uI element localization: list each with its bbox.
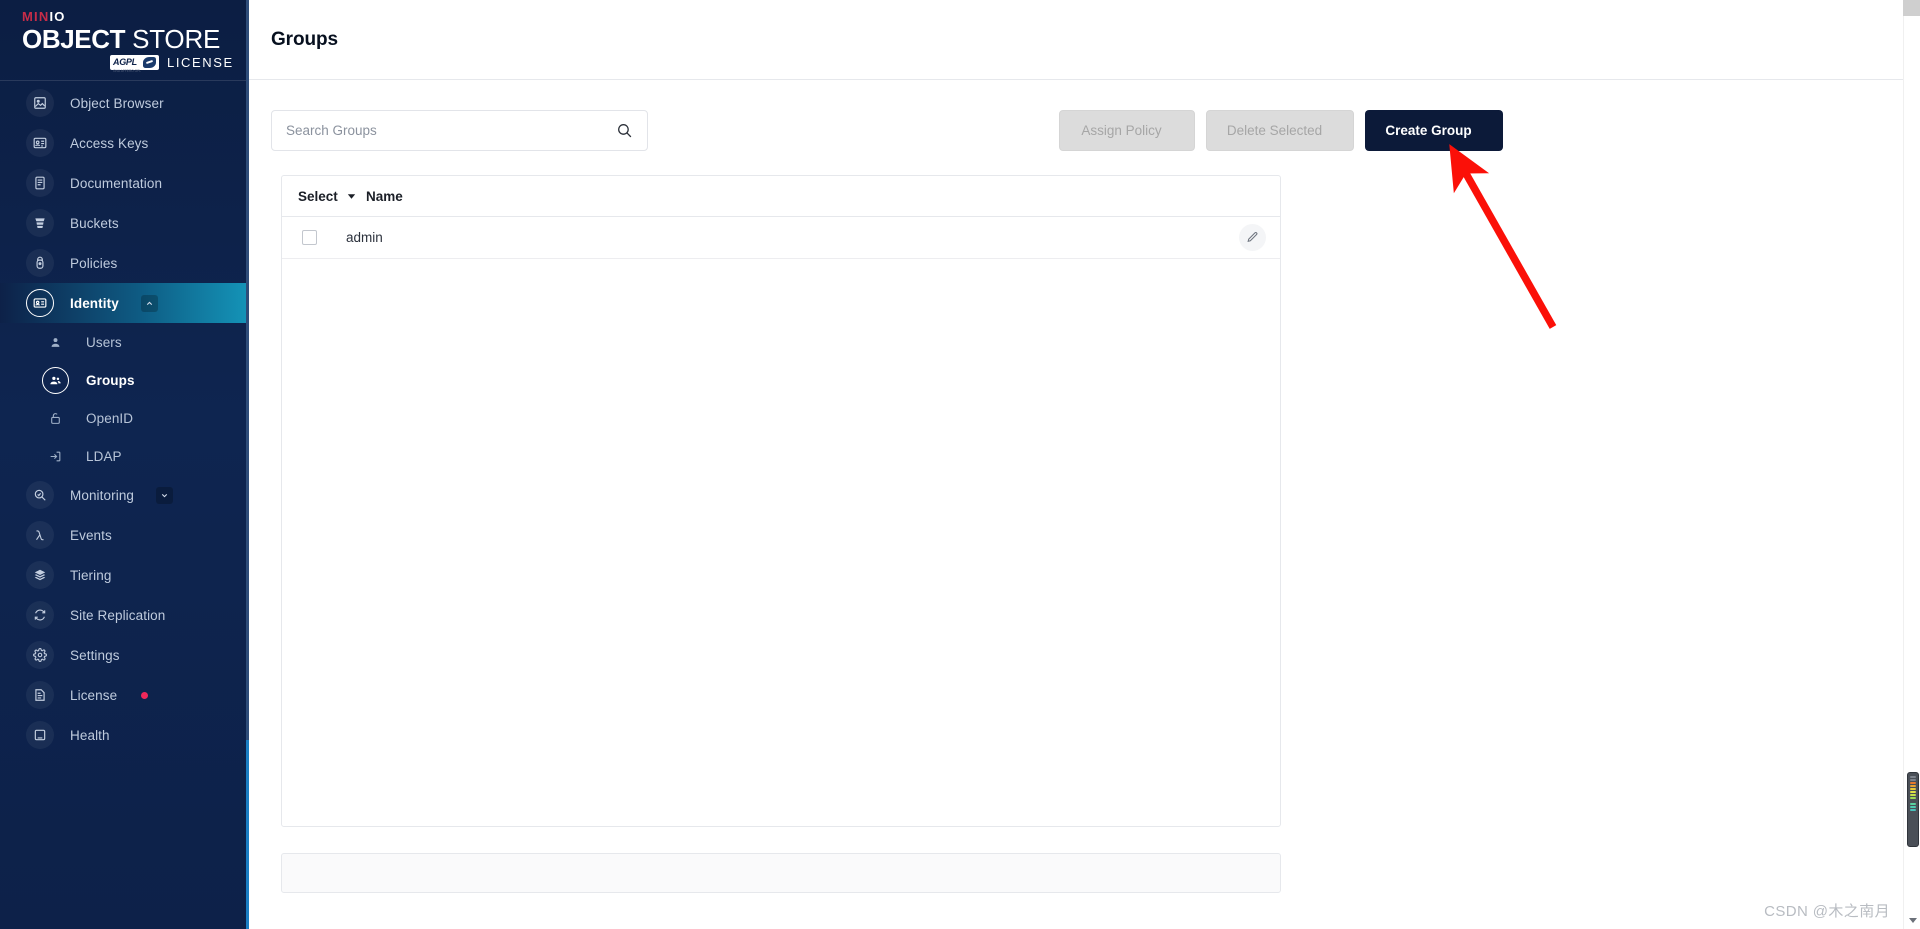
buckets-icon [26,209,54,237]
identity-icon [26,289,54,317]
sidebar-item-buckets[interactable]: Buckets [0,203,249,243]
page-scrollbar-track[interactable] [1903,0,1920,929]
chevron-down-icon[interactable] [156,486,174,504]
object-browser-icon [26,89,54,117]
row-name: admin [346,230,383,245]
sidebar-item-tiering[interactable]: Tiering [0,555,249,595]
sidebar-item-documentation[interactable]: Documentation [0,163,249,203]
sidebar-item-label: Users [86,334,122,350]
monitoring-icon [26,481,54,509]
sidebar-item-label: Monitoring [70,487,135,503]
create-group-button[interactable]: Create Group [1365,110,1503,151]
sidebar-item-label: Groups [86,372,135,388]
sidebar-item-label: Identity [70,295,119,311]
ldap-login-icon [42,443,69,470]
delete-selected-button[interactable]: Delete Selected [1206,110,1354,151]
license-label: LICENSE [166,55,234,70]
tiering-icon [26,561,54,589]
sidebar-nav: Object Browser Access Keys Documentation… [0,81,249,755]
scroll-down-caret-icon[interactable] [1909,918,1917,923]
chevron-up-icon[interactable] [140,294,158,312]
app-root: MINIO OBJECT STORE AGPL GNU AFFERO GPL L… [0,0,1920,929]
sidebar-item-site-replication[interactable]: Site Replication [0,595,249,635]
policies-icon [26,249,54,277]
sidebar-item-label: OpenID [86,410,134,426]
sidebar-item-label: Access Keys [70,135,149,151]
assign-policy-button[interactable]: Assign Policy [1059,110,1195,151]
table-header-row: Select Name [282,176,1280,217]
groups-icon [42,366,69,394]
sidebar-item-label: Buckets [70,215,119,231]
sidebar-item-groups[interactable]: Groups [0,361,249,399]
sidebar-item-openid[interactable]: OpenID [0,399,249,437]
main-content: Groups Assign Policy Delete Selected [249,0,1920,929]
openid-lock-icon [42,405,69,432]
search-icon[interactable] [616,122,633,139]
brand-minio-text: MINIO [22,9,66,24]
sidebar-item-health[interactable]: Health [0,715,249,755]
sidebar-item-users[interactable]: Users [0,323,249,361]
sidebar-item-label: Events [70,527,112,543]
license-notification-dot [141,691,149,699]
row-checkbox[interactable] [302,230,317,245]
sort-descending-icon[interactable] [346,191,357,202]
sidebar-item-settings[interactable]: Settings [0,635,249,675]
events-icon [26,521,54,549]
sidebar-item-label: Site Replication [70,607,166,623]
sidebar-item-ldap[interactable]: LDAP [0,437,249,475]
access-keys-icon [26,129,54,157]
sidebar-item-policies[interactable]: Policies [0,243,249,283]
page-title: Groups [271,28,338,50]
sidebar-item-license[interactable]: License [0,675,249,715]
agpl-swoosh-icon [142,57,156,68]
create-group-label: Create Group [1385,123,1472,138]
column-header-select[interactable]: Select [298,189,346,204]
search-input[interactable] [286,123,616,138]
sidebar-item-monitoring[interactable]: Monitoring [0,475,249,515]
sidebar-item-access-keys[interactable]: Access Keys [0,123,249,163]
sidebar-item-label: Tiering [70,567,112,583]
site-replication-icon [26,601,54,629]
table-row[interactable]: admin [282,217,1280,259]
brand-store-text: STORE [132,24,221,54]
sidebar-item-label: Settings [70,647,120,663]
sidebar-item-label: Object Browser [70,95,164,111]
sidebar-item-label: Policies [70,255,118,271]
assign-policy-label: Assign Policy [1081,123,1162,138]
watermark: CSDN @木之南月 [1764,903,1890,920]
user-icon [42,329,69,356]
scroll-indicator-widget[interactable] [1907,772,1919,847]
sidebar-item-object-browser[interactable]: Object Browser [0,83,249,123]
search-groups-box[interactable] [271,110,648,151]
groups-table: Select Name admin [281,175,1281,827]
delete-selected-label: Delete Selected [1226,123,1323,138]
page-header: Groups [249,0,1920,80]
sidebar-item-label: License [70,687,118,703]
content-area: Assign Policy Delete Selected Create Gro… [249,80,1920,893]
settings-gear-icon [26,641,54,669]
edit-pencil-icon[interactable] [1239,224,1266,251]
row-actions [1239,224,1266,251]
sidebar-item-label: Documentation [70,175,163,191]
scrollbar-top-cap [1903,0,1920,16]
brand-object-text: OBJECT [22,24,126,54]
toolbar-actions: Assign Policy Delete Selected Create Gro… [1059,110,1503,151]
toolbar: Assign Policy Delete Selected Create Gro… [271,110,1503,151]
sidebar-item-events[interactable]: Events [0,515,249,555]
health-icon [26,721,54,749]
agpl-badge-icon: AGPL GNU AFFERO GPL [110,55,159,73]
sidebar-item-label: LDAP [86,448,122,464]
documentation-icon [26,169,54,197]
column-header-name[interactable]: Name [366,189,403,204]
license-icon [26,681,54,709]
brand-logo[interactable]: MINIO OBJECT STORE AGPL GNU AFFERO GPL L… [0,0,249,80]
sidebar-item-identity[interactable]: Identity [0,283,249,323]
row-select-cell [298,230,346,245]
secondary-panel [281,853,1281,893]
sidebar: MINIO OBJECT STORE AGPL GNU AFFERO GPL L… [0,0,249,929]
sidebar-item-label: Health [70,727,110,743]
